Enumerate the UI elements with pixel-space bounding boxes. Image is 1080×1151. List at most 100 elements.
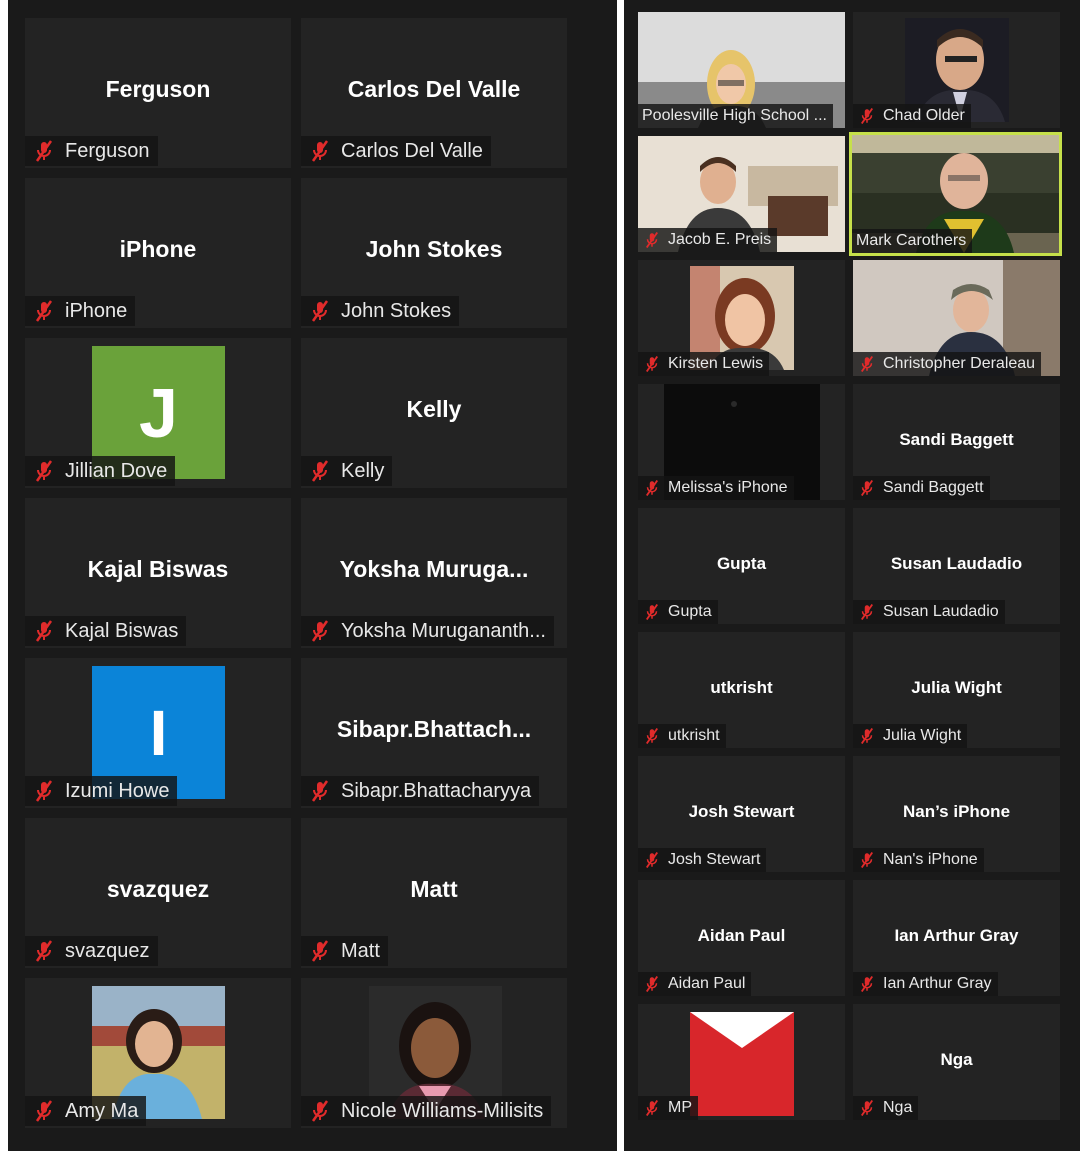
participant-tile[interactable]: Carlos Del Valle Carlos Del Valle <box>301 18 567 168</box>
participant-name: Kirsten Lewis <box>668 355 764 372</box>
participant-name-label: Matt <box>301 936 388 966</box>
participant-tile[interactable]: svazquez svazquez <box>25 818 291 968</box>
participant-name-label: Kirsten Lewis <box>638 352 770 376</box>
muted-mic-icon <box>642 851 662 869</box>
participant-name: Kelly <box>341 459 385 482</box>
participant-name: Nicole Williams-Milisits <box>341 1099 544 1122</box>
participant-tile[interactable]: Melissa's iPhone <box>638 384 845 500</box>
participant-center-name: Sandi Baggett <box>899 430 1014 449</box>
participant-tile[interactable]: Nan’s iPhone Nan's iPhone <box>853 756 1060 872</box>
participant-center-name: Kajal Biswas <box>87 556 229 582</box>
participant-tile[interactable]: Kajal Biswas Kajal Biswas <box>25 498 291 648</box>
participant-tile[interactable]: Kelly Kelly <box>301 338 567 488</box>
participant-tile[interactable]: Matt Matt <box>301 818 567 968</box>
participant-tile[interactable]: Susan Laudadio Susan Laudadio <box>853 508 1060 624</box>
participant-center-name: iPhone <box>119 236 197 262</box>
muted-mic-icon <box>642 355 662 373</box>
participant-name-label: Julia Wight <box>853 724 968 748</box>
participant-name-label: Poolesville High School ... <box>638 104 833 128</box>
participant-name-label: Carlos Del Valle <box>301 136 491 166</box>
muted-mic-icon <box>307 1099 333 1123</box>
participant-tile[interactable]: J Jillian Dove <box>25 338 291 488</box>
participant-tile[interactable]: Chad Older <box>853 12 1060 128</box>
participant-name: Susan Laudadio <box>883 603 999 620</box>
participant-center-name: Ian Arthur Gray <box>894 926 1019 945</box>
participant-name: utkrisht <box>668 727 720 744</box>
participant-name-label: Yoksha Murugananth... <box>301 616 554 646</box>
participant-name: Amy Ma <box>65 1099 139 1122</box>
participant-name-label: Nicole Williams-Milisits <box>301 1096 552 1126</box>
muted-mic-icon <box>642 975 662 993</box>
participant-name: Aidan Paul <box>668 975 746 992</box>
participant-tile[interactable]: Sibapr.Bhattach... Sibapr.Bhattacharyya <box>301 658 567 808</box>
participant-name-label: Aidan Paul <box>638 972 752 996</box>
participant-name: Sandi Baggett <box>883 479 984 496</box>
muted-mic-icon <box>307 619 333 643</box>
participant-tile[interactable]: Josh Stewart Josh Stewart <box>638 756 845 872</box>
participant-center-name: Nga <box>940 1050 973 1069</box>
participant-name: MP <box>668 1099 692 1116</box>
participant-name-label: Melissa's iPhone <box>638 476 794 500</box>
muted-mic-icon <box>857 603 877 621</box>
participant-tile[interactable]: John Stokes John Stokes <box>301 178 567 328</box>
participant-tile[interactable]: Ian Arthur Gray Ian Arthur Gray <box>853 880 1060 996</box>
participant-center-name: Ferguson <box>105 76 211 102</box>
participant-name: Chad Older <box>883 107 965 124</box>
participant-tile[interactable]: Ferguson Ferguson <box>25 18 291 168</box>
muted-mic-icon <box>857 975 877 993</box>
muted-mic-icon <box>857 727 877 745</box>
participant-name: Kajal Biswas <box>65 619 179 642</box>
muted-mic-icon <box>31 299 57 323</box>
participant-name-label: Josh Stewart <box>638 848 767 872</box>
participant-tile[interactable]: Julia Wight Julia Wight <box>853 632 1060 748</box>
participant-tile[interactable]: utkrisht utkrisht <box>638 632 845 748</box>
participant-center-name: Susan Laudadio <box>890 554 1023 573</box>
participant-name-label: Kajal Biswas <box>25 616 187 646</box>
participant-tile-active-speaker[interactable]: Mark Carothers <box>849 132 1062 256</box>
participant-center-name: Josh Stewart <box>688 802 795 821</box>
muted-mic-icon <box>857 1099 877 1117</box>
participant-tile[interactable]: Nicole Williams-Milisits <box>301 978 567 1128</box>
muted-mic-icon <box>642 479 662 497</box>
participant-tile[interactable]: Yoksha Muruga... Yoksha Murugananth... <box>301 498 567 648</box>
participant-name: iPhone <box>65 299 128 322</box>
muted-mic-icon <box>857 851 877 869</box>
muted-mic-icon <box>31 139 57 163</box>
muted-mic-icon <box>642 603 662 621</box>
participant-name-label: Chad Older <box>853 104 971 128</box>
participant-center-name: Julia Wight <box>911 678 1002 697</box>
participant-name: John Stokes <box>341 299 452 322</box>
participant-name-label: Nga <box>853 1096 919 1120</box>
participant-name: Yoksha Murugananth... <box>341 619 546 642</box>
participant-name-label: Ian Arthur Gray <box>853 972 998 996</box>
participant-tile[interactable]: Poolesville High School ... <box>638 12 845 128</box>
participant-name-label: Kelly <box>301 456 393 486</box>
participant-tile[interactable]: iPhone iPhone <box>25 178 291 328</box>
participant-name-label: Jacob E. Preis <box>638 228 778 252</box>
participant-name: Izumi Howe <box>65 779 170 802</box>
participant-name: Sibapr.Bhattacharyya <box>341 779 532 802</box>
participant-tile[interactable]: I Izumi Howe <box>25 658 291 808</box>
participant-tile[interactable]: Aidan Paul Aidan Paul <box>638 880 845 996</box>
participant-name-label: Sibapr.Bhattacharyya <box>301 776 540 806</box>
participant-tile[interactable]: Gupta Gupta <box>638 508 845 624</box>
participant-center-name: John Stokes <box>365 236 503 262</box>
participant-name-label: Mark Carothers <box>852 229 973 253</box>
participant-tile[interactable]: Christopher Deraleau <box>853 260 1060 376</box>
participant-tile[interactable]: Sandi Baggett Sandi Baggett <box>853 384 1060 500</box>
participant-tile[interactable]: MP <box>638 1004 845 1120</box>
participant-tile[interactable]: Amy Ma <box>25 978 291 1128</box>
muted-mic-icon <box>642 727 662 745</box>
participant-name-label: Christopher Deraleau <box>853 352 1042 376</box>
participant-name-label: Nan's iPhone <box>853 848 984 872</box>
participant-tile[interactable]: Nga Nga <box>853 1004 1060 1120</box>
participant-name-label: Susan Laudadio <box>853 600 1005 624</box>
participant-center-name: Sibapr.Bhattach... <box>336 716 532 742</box>
muted-mic-icon <box>307 299 333 323</box>
participant-name: Julia Wight <box>883 727 962 744</box>
participant-name: Josh Stewart <box>668 851 761 868</box>
participant-name-label: utkrisht <box>638 724 726 748</box>
muted-mic-icon <box>307 779 333 803</box>
participant-tile[interactable]: Jacob E. Preis <box>638 136 845 252</box>
participant-tile[interactable]: Kirsten Lewis <box>638 260 845 376</box>
